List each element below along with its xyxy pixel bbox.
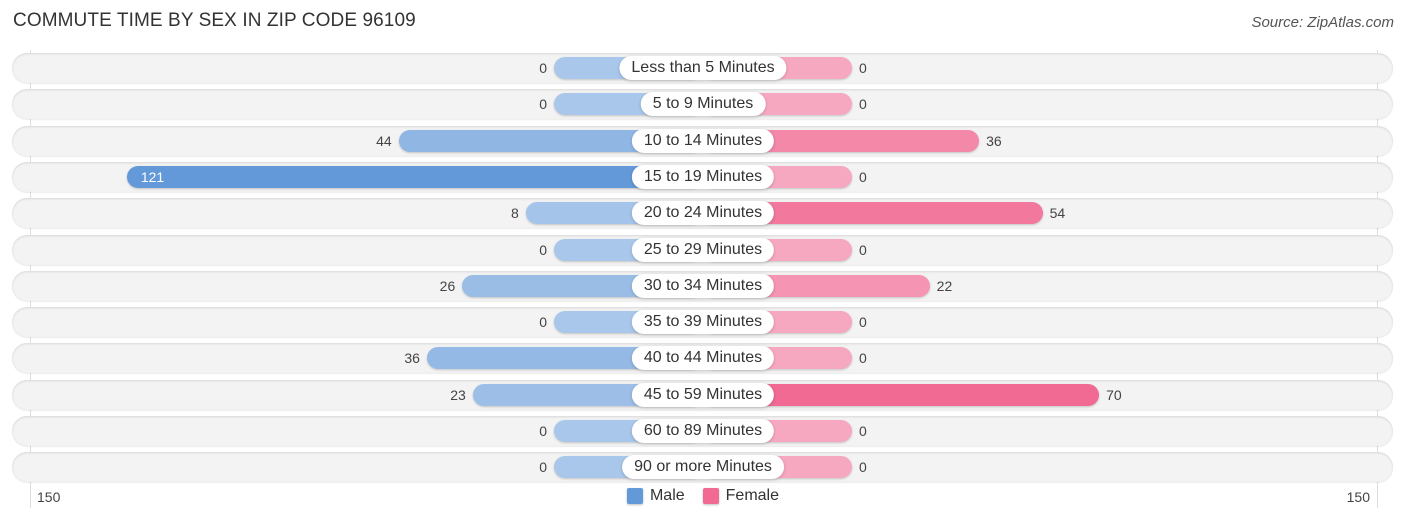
value-label-male: 0 <box>539 423 547 439</box>
value-label-female: 0 <box>859 96 867 113</box>
value-label-female: 36 <box>986 132 1002 149</box>
value-label-male: 0 <box>539 459 547 476</box>
value-label-female: 0 <box>859 459 867 476</box>
legend-item-male[interactable]: Male <box>626 487 685 505</box>
value-label-male: 44 <box>376 132 392 149</box>
value-label-male: 36 <box>404 350 420 367</box>
category-label: 45 to 59 Minutes <box>631 382 775 407</box>
category-label: 10 to 14 Minutes <box>631 128 775 153</box>
category-label: 25 to 29 Minutes <box>631 237 775 262</box>
value-label-male: 8 <box>510 205 519 222</box>
legend-item-female[interactable]: Female <box>702 487 780 505</box>
value-label-male: 26 <box>439 277 456 294</box>
value-label-male: 0 <box>539 314 547 331</box>
value-label-female: 22 <box>936 277 953 294</box>
category-label: 90 or more Minutes <box>622 455 784 480</box>
legend-label-female: Female <box>725 487 780 504</box>
value-label-female: 0 <box>859 241 867 258</box>
value-label-female: 0 <box>859 314 867 331</box>
legend-swatch-male <box>626 488 643 504</box>
value-label-male: 0 <box>539 60 547 76</box>
value-label-male: 23 <box>450 386 466 403</box>
legend-swatch-female <box>702 488 719 504</box>
value-label-female: 0 <box>859 423 867 439</box>
value-label-female: 0 <box>859 350 867 367</box>
legend: Male Female <box>0 487 1406 505</box>
value-label-female: 54 <box>1049 205 1066 222</box>
category-label: 40 to 44 Minutes <box>631 346 775 371</box>
category-label: Less than 5 Minutes <box>619 56 787 80</box>
value-label-female: 70 <box>1106 386 1122 403</box>
category-label: 15 to 19 Minutes <box>631 164 775 189</box>
category-label: 60 to 89 Minutes <box>631 419 775 443</box>
value-label-male: 121 <box>140 168 165 185</box>
value-label-male: 0 <box>539 96 547 113</box>
value-label-male: 0 <box>539 241 547 258</box>
legend-label-male: Male <box>649 487 685 504</box>
chart-title: COMMUTE TIME BY SEX IN ZIP CODE 96109 <box>13 10 416 31</box>
source-label: Source: ZipAtlas.com <box>1251 14 1394 31</box>
value-label-female: 0 <box>859 60 867 76</box>
value-label-female: 0 <box>859 168 867 185</box>
bar-male[interactable] <box>126 165 703 188</box>
category-label: 20 to 24 Minutes <box>631 201 775 226</box>
category-label: 5 to 9 Minutes <box>640 92 766 117</box>
category-label: 35 to 39 Minutes <box>631 310 775 335</box>
category-label: 30 to 34 Minutes <box>631 273 775 298</box>
